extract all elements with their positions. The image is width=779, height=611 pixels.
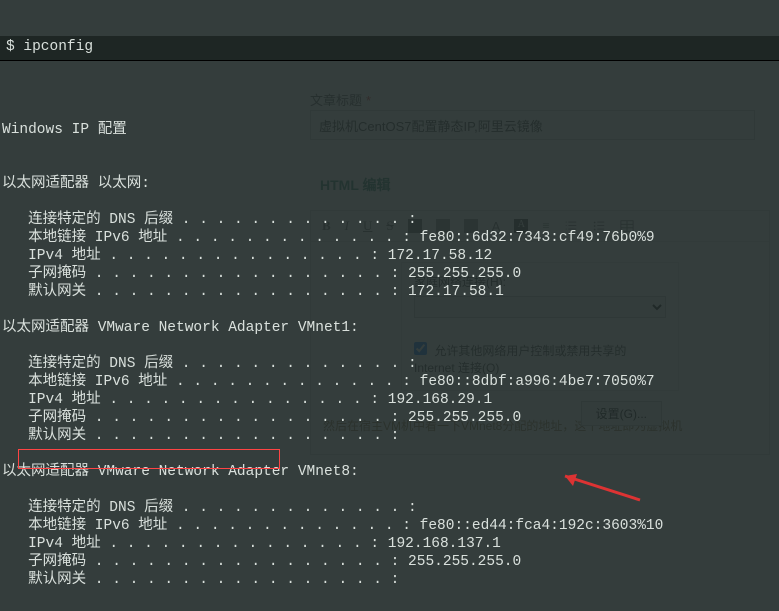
terminal-prompt: $ ipconfig: [0, 36, 779, 61]
terminal-overlay: $ ipconfig Windows IP 配置 以太网适配器 以太网: 连接特…: [0, 0, 779, 611]
terminal-output: Windows IP 配置 以太网适配器 以太网: 连接特定的 DNS 后缀 .…: [0, 97, 779, 589]
